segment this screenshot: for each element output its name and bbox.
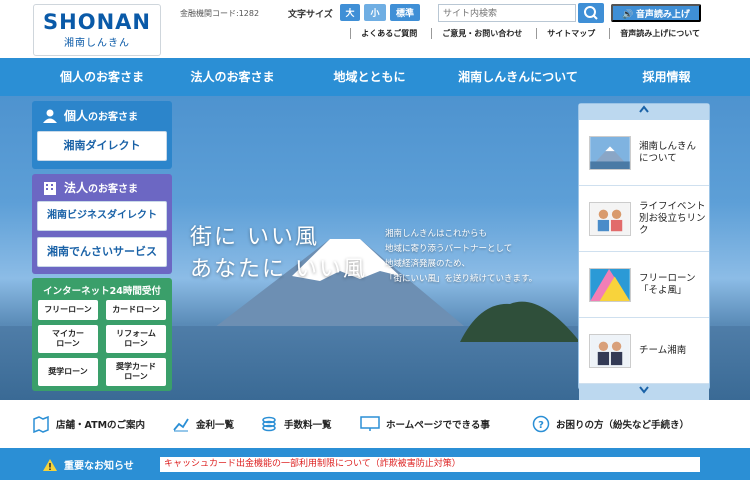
carousel-item-label: フリーローン 「そよ風」 (639, 272, 696, 296)
speaker-icon: 🔊 (622, 8, 636, 19)
quick-link-label: 金利一覧 (196, 419, 235, 431)
sitemap-link[interactable]: サイトマップ (536, 28, 595, 39)
logo-subtitle: 湘南しんきん (64, 38, 130, 49)
personal-label-rest: のお客さま (88, 112, 139, 123)
shonan-direct-button[interactable]: 湘南ダイレクト (37, 131, 167, 161)
warning-icon (43, 458, 57, 471)
quick-trouble[interactable]: ? お困りの方（紛失など手続き） (532, 415, 689, 433)
card-loan-button[interactable]: カードローン (106, 300, 166, 320)
team-photo-icon (589, 333, 631, 368)
hero-desc-line: 地域経済発展のため、 (385, 259, 471, 269)
family-icon (589, 201, 631, 236)
scholarship-card-loan-button[interactable]: 奨学カード ローン (106, 358, 166, 386)
reform-loan-button[interactable]: リフォーム ローン (106, 325, 166, 353)
colorful-thumbnail-icon (589, 267, 631, 302)
line-chart-icon (173, 418, 189, 431)
font-standard-button[interactable]: 標準 (390, 4, 420, 21)
corp-label-rest: のお客さま (88, 184, 139, 195)
free-loan-button[interactable]: フリーローン (38, 300, 98, 320)
search-button[interactable] (578, 3, 604, 23)
nav-corporate[interactable]: 法人のお客さま (164, 58, 301, 96)
nav-personal[interactable]: 個人のお客さま (40, 58, 164, 96)
carousel-item-label: チーム湘南 (639, 344, 687, 356)
font-large-button[interactable]: 大 (340, 4, 360, 21)
coin-stack-icon (262, 416, 276, 431)
nav-recruit[interactable]: 採用情報 (598, 58, 735, 96)
carousel-down-button[interactable] (579, 384, 709, 400)
voice-readout-button[interactable]: 🔊 音声読み上げ (611, 4, 701, 22)
notice-link[interactable]: キャッシュカード出金機能の一部利用制限について（詐欺被害防止対策） (160, 457, 700, 472)
quick-branch-atm[interactable]: 店舗・ATMのご案内 (32, 415, 172, 433)
quick-links-bar: 店舗・ATMのご案内 金利一覧 手数料一覧 ホームページでできる事 ? お困りの… (0, 402, 750, 445)
densai-service-button[interactable]: 湘南でんさいサービス (37, 237, 167, 267)
quick-interest-rates[interactable]: 金利一覧 (172, 415, 260, 433)
logo[interactable]: SHONAN 湘南しんきん (33, 4, 161, 56)
carousel-item-label: 湘南しんきん について (639, 140, 697, 164)
faq-link[interactable]: よくあるご質問 (350, 28, 417, 39)
hero-desc-line: 地域に寄り添うパートナーとして (385, 244, 513, 254)
nav-about[interactable]: 湘南しんきんについて (438, 58, 598, 96)
utility-links: よくあるご質問 ご意見・お問い合わせ サイトマップ 音声読み上げについて (336, 28, 700, 39)
carousel-item-life-event[interactable]: ライフイベント別お役立ちリンク (579, 186, 709, 252)
important-notice-bar: 重要なお知らせ キャッシュカード出金機能の一部利用制限について（詐欺被害防止対策… (0, 448, 750, 480)
chevron-up-icon (639, 105, 649, 113)
carousel-item-team[interactable]: チーム湘南 (579, 318, 709, 384)
font-size-label: 文字サイズ (288, 10, 333, 20)
monitor-icon (360, 415, 380, 431)
internet-panel-heading: インターネット24時間受付 (43, 286, 161, 297)
carousel-item-label: ライフイベント別お役立ちリンク (639, 200, 706, 236)
global-nav: 個人のお客さま 法人のお客さま 地域とともに 湘南しんきんについて 採用情報 (0, 58, 750, 96)
hero-title-line1: 街に いい風 (190, 225, 319, 250)
fuji-thumbnail-icon (589, 135, 631, 170)
hero-title: 街に いい風 あなたに いい風 (190, 222, 367, 286)
corporate-panel: 法人 のお客さま 湘南ビジネスダイレクト 湘南でんさいサービス (32, 174, 172, 274)
business-direct-button[interactable]: 湘南ビジネスダイレクト (37, 201, 167, 231)
car-loan-button[interactable]: マイカー ローン (38, 325, 98, 353)
voice-about-link[interactable]: 音声読み上げについて (609, 28, 700, 39)
hero-title-line2: あなたに いい風 (190, 257, 367, 282)
search-icon (584, 6, 598, 20)
carousel-up-button[interactable] (579, 104, 709, 120)
chevron-down-icon (639, 386, 649, 394)
building-icon (44, 181, 56, 195)
quick-link-label: 店舗・ATMのご案内 (56, 419, 146, 431)
logo-wordmark: SHONAN (43, 10, 151, 34)
svg-text:?: ? (538, 420, 544, 431)
scholarship-loan-button[interactable]: 奨学ローン (38, 358, 98, 386)
carousel-item-about[interactable]: 湘南しんきん について (579, 120, 709, 186)
internet-loan-panel: インターネット24時間受付 フリーローン カードローン マイカー ローン リフォ… (32, 278, 172, 391)
carousel-item-free-loan[interactable]: フリーローン 「そよ風」 (579, 252, 709, 318)
notice-label: 重要なお知らせ (42, 457, 134, 472)
site-header: SHONAN 湘南しんきん 金融機関コード:1282 文字サイズ 大 小 標準 … (0, 0, 750, 58)
notice-label-text: 重要なお知らせ (64, 461, 134, 472)
search-input[interactable] (438, 4, 576, 22)
quick-link-label: 手数料一覧 (284, 419, 332, 431)
personal-label-big: 個人 (64, 109, 89, 123)
hero-desc-line: 湘南しんきんはこれからも (385, 229, 488, 239)
hero-desc-line: 「街にいい風」を送り続けていきます。 (385, 274, 538, 284)
quick-link-label: ホームページでできる事 (386, 419, 490, 431)
corporate-panel-heading: 法人 のお客さま (32, 174, 172, 196)
contact-link[interactable]: ご意見・お問い合わせ (431, 28, 522, 39)
map-icon (33, 415, 49, 433)
personal-panel: 個人 のお客さま 湘南ダイレクト (32, 101, 172, 169)
quick-link-label: お困りの方（紛失など手続き） (556, 419, 690, 431)
island-illustration (460, 301, 580, 342)
quick-online-services[interactable]: ホームページでできる事 (360, 415, 532, 432)
voice-readout-label: 音声読み上げ (635, 8, 690, 19)
corp-label-big: 法人 (64, 181, 89, 195)
question-circle-icon: ? (532, 415, 550, 432)
right-carousel: 湘南しんきん について ライフイベント別お役立ちリンク フリーローン 「そよ風」… (578, 103, 710, 400)
nav-community[interactable]: 地域とともに (301, 58, 438, 96)
person-icon (43, 109, 57, 123)
bank-code: 金融機関コード:1282 (180, 9, 260, 18)
personal-panel-heading: 個人 のお客さま (32, 101, 172, 124)
hero-description: 湘南しんきんはこれからも 地域に寄り添うパートナーとして 地域経済発展のため、 … (385, 227, 537, 287)
font-small-button[interactable]: 小 (364, 4, 386, 21)
quick-fees[interactable]: 手数料一覧 (260, 415, 360, 433)
